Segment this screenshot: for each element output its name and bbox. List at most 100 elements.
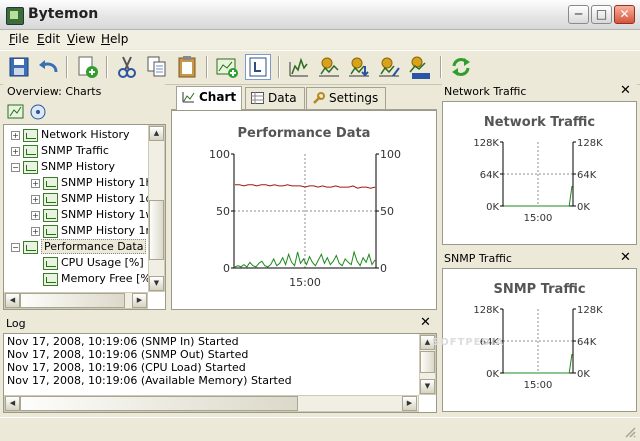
expand-icon[interactable]: + [11,130,20,140]
log-hscroll-thumb[interactable] [20,396,298,411]
y-tick-label: 0K [486,202,499,213]
log-entry: Nov 17, 2008, 10:19:06 (Available Memory… [7,374,292,387]
tree-item[interactable]: − SNMP History [11,160,115,176]
expand-icon[interactable]: + [31,178,40,188]
cut-button[interactable] [114,54,140,80]
x-tick-label: 15:00 [289,276,321,289]
right-y-tick-label: 64K [577,337,597,348]
chart-tool-2-button[interactable] [316,54,342,80]
menu-view[interactable]: View [67,32,95,46]
expand-icon[interactable]: + [31,210,40,220]
menu-view-label: iew [74,32,96,46]
overview-devices-button[interactable] [29,103,47,121]
expand-icon[interactable]: + [11,146,20,156]
collapse-icon[interactable]: − [11,242,20,252]
snmp-pane-close-icon[interactable]: ✕ [620,250,631,265]
performance-chart-panel: Performance Data 0 0 50 50 100 100 15:00 [171,110,437,310]
tree-item[interactable]: + SNMP History 1d [31,192,152,208]
chart-node-icon [43,272,58,286]
menu-file[interactable]: File [9,32,29,46]
tree-hscroll-thumb[interactable] [20,293,125,308]
y-tick-label: 0K [486,369,499,380]
paste-button[interactable] [174,54,200,80]
toolbar-separator [278,56,280,78]
network-pane-close-icon[interactable]: ✕ [620,83,631,98]
tree-scroll-thumb[interactable] [149,200,164,260]
tree-item[interactable]: Memory Free [%] [31,272,155,288]
network-chart-panel: Network Traffic 0K 0K 64K 64K 128K 128K 15:00 [442,101,637,245]
tree-item-label: SNMP History 1h [61,176,153,189]
tree-item[interactable]: + SNMP History 1w [31,208,154,224]
maximize-icon: □ [595,7,608,21]
expand-icon[interactable]: + [31,194,40,204]
toolbar-separator [206,56,208,78]
refresh-button[interactable] [448,54,474,80]
network-devices-icon [30,104,46,120]
minimize-icon: ─ [574,7,583,21]
add-chart-button[interactable] [214,54,240,80]
copy-button[interactable] [144,54,170,80]
right-y-tick-label: 128K [577,138,603,149]
table-icon [251,92,264,104]
tab-chart-label: Chart [199,90,237,104]
tree-item-label: SNMP History [41,160,115,173]
tree-item[interactable]: + SNMP History 1m [31,224,156,240]
tree-item[interactable]: + SNMP Traffic [11,144,109,160]
log-scroll-left[interactable]: ◀ [5,396,20,411]
new-button[interactable] [74,54,100,80]
chart-title: Network Traffic [484,115,595,130]
tree-scroll-down[interactable]: ▼ [149,276,164,291]
tab-settings-label: Settings [329,91,379,105]
tab-chart[interactable]: Chart [176,86,242,110]
menu-help[interactable]: Help [101,32,128,46]
tree-item-label: CPU Usage [%] [61,256,144,269]
collapse-icon[interactable]: − [11,162,20,172]
log-close-icon[interactable]: ✕ [420,315,431,330]
chart-node-icon [43,192,58,206]
tree-item[interactable]: + Network History [11,128,130,144]
chart-node-icon [23,240,38,254]
tree-scroll-up[interactable]: ▲ [149,126,164,141]
log-header: Log ✕ [3,315,437,332]
performance-chart: Performance Data 0 0 50 50 100 100 15:00 [209,126,401,289]
log-icon [249,57,267,77]
close-button[interactable]: ✕ [614,5,635,24]
right-y-tick-label: 100 [380,148,401,161]
chart-tab-icon [182,92,195,103]
overview-charts-button[interactable] [7,103,25,121]
save-button[interactable] [6,54,32,80]
tree-scroll-left[interactable]: ◀ [5,293,20,308]
tree-item[interactable]: CPU Usage [%] [31,256,144,272]
chart-gear-icon [319,57,339,77]
menu-file-label: ile [15,32,30,46]
chart-tool-3-button[interactable] [346,54,372,80]
tree-item[interactable]: + SNMP History 1h [31,176,152,192]
log-scroll-right[interactable]: ▶ [402,396,417,411]
menu-edit[interactable]: Edit [37,32,60,46]
right-y-tick-label: 128K [577,305,603,316]
chart-tool-snmp-button[interactable] [406,54,432,80]
tree-item-label: SNMP Traffic [41,144,109,157]
tree-item-label: SNMP History 1d [61,192,153,205]
menu-help-label: elp [110,32,129,46]
log-scroll-down[interactable]: ▼ [420,379,435,394]
log-toggle-button[interactable] [245,54,271,80]
network-pane-title: Network Traffic [444,85,527,98]
maximize-button[interactable]: □ [591,5,612,24]
log-scroll-thumb[interactable] [420,351,435,373]
resize-grip-icon[interactable] [624,426,636,438]
softpedia-watermark: SOFTPEDIA [432,337,505,348]
right-y-tick-label: 64K [577,170,597,181]
tree-item[interactable]: − Performance Data [11,239,147,256]
copy-icon [147,56,166,77]
undo-button[interactable] [36,54,62,80]
expand-icon[interactable]: + [31,226,40,236]
chart-tool-4-button[interactable] [376,54,402,80]
tab-settings[interactable]: Settings [306,87,386,109]
overview-title: Overview: Charts [7,85,102,98]
log-entry: Nov 17, 2008, 10:19:06 (SNMP Out) Starte… [7,348,249,361]
minimize-button[interactable]: ─ [568,5,589,24]
tab-data[interactable]: Data [245,87,305,109]
chart-tool-1-button[interactable] [286,54,312,80]
tree-scroll-right[interactable]: ▶ [132,293,147,308]
